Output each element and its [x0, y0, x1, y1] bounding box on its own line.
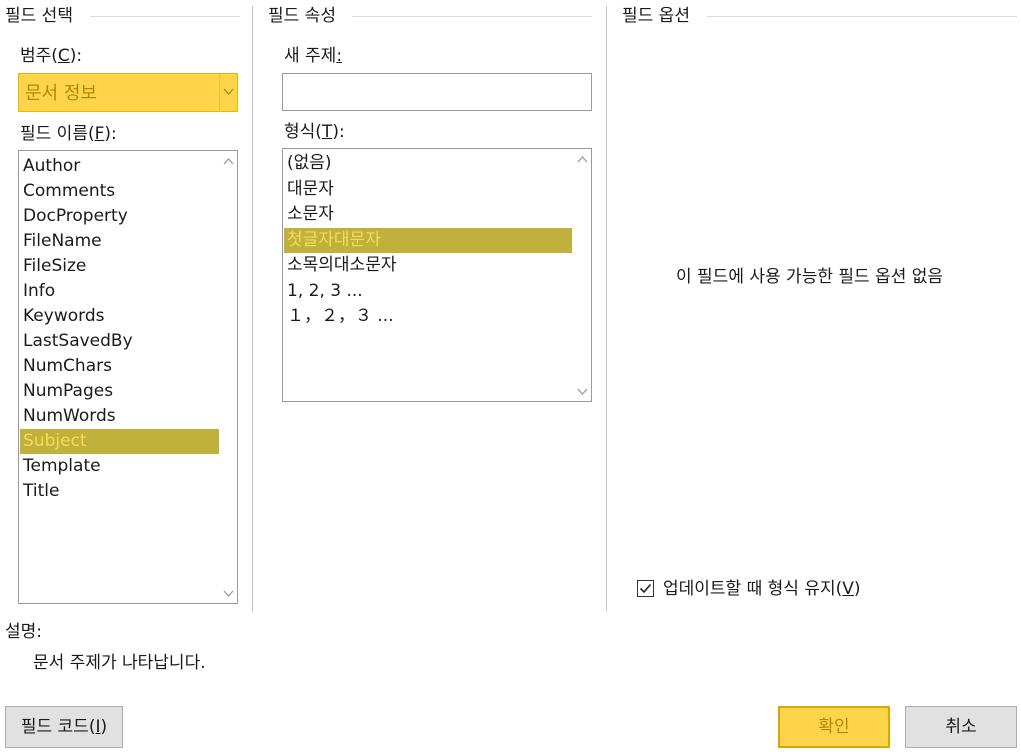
format-list[interactable]: (없음) 대문자 소문자 첫글자대문자 소목의대소문자 1, 2, 3 ... １，２，３ … [282, 148, 592, 402]
category-label: 범주(C): [20, 46, 83, 66]
field-select-title: 필드 선택 [5, 6, 73, 26]
list-item[interactable]: Keywords [23, 304, 104, 329]
list-item[interactable]: (없음) [287, 151, 332, 176]
list-item[interactable]: 소문자 [287, 202, 334, 227]
field-codes-button[interactable]: 필드 코드(I) [5, 706, 123, 748]
list-item[interactable]: NumPages [23, 379, 113, 404]
field-options-divider [707, 16, 1017, 17]
column-divider-1 [252, 6, 253, 612]
list-item[interactable]: DocProperty [23, 204, 128, 229]
list-item[interactable]: NumChars [23, 354, 112, 379]
description-text: 문서 주제가 나타납니다. [33, 653, 206, 673]
list-item[interactable]: Info [23, 279, 55, 304]
new-subject-label: 새 주제: [284, 46, 343, 66]
list-item[interactable]: LastSavedBy [23, 329, 133, 354]
list-item[interactable]: Subject [20, 429, 219, 454]
no-options-message: 이 필드에 사용 가능한 필드 옵션 없음 [676, 267, 944, 287]
new-subject-input[interactable] [282, 73, 592, 111]
list-item[interactable]: 소목의대소문자 [287, 253, 396, 278]
format-label: 형식(T): [284, 122, 345, 142]
field-props-title: 필드 속성 [268, 6, 336, 26]
list-item[interactable]: FileSize [23, 254, 86, 279]
field-name-label: 필드 이름(F): [20, 124, 117, 144]
list-item[interactable]: Author [23, 154, 80, 179]
field-select-divider [90, 16, 240, 17]
list-item[interactable]: NumWords [23, 404, 116, 429]
list-item[interactable]: Comments [23, 179, 115, 204]
list-item[interactable]: Title [23, 479, 59, 504]
list-item[interactable]: 첫글자대문자 [284, 227, 572, 253]
column-divider-2 [606, 6, 607, 612]
preserve-format-label[interactable]: 업데이트할 때 형식 유지(V) [663, 579, 861, 599]
category-dropdown[interactable]: 문서 정보 [18, 73, 238, 112]
list-item[interactable]: Template [23, 454, 101, 479]
list-item[interactable]: １，２，３ ... [287, 304, 394, 329]
scroll-down-icon[interactable] [577, 388, 588, 396]
list-item[interactable]: 1, 2, 3 ... [287, 279, 363, 304]
category-dropdown-value: 문서 정보 [25, 83, 97, 104]
chevron-down-icon[interactable] [219, 74, 237, 112]
field-name-list[interactable]: Author Comments DocProperty FileName FileSiz… [18, 150, 238, 604]
checkmark-icon [639, 583, 652, 594]
preserve-format-checkbox[interactable] [637, 580, 654, 597]
scroll-down-icon[interactable] [223, 590, 234, 598]
list-item[interactable]: FileName [23, 229, 102, 254]
field-props-divider [352, 16, 592, 17]
scroll-up-icon[interactable] [577, 155, 588, 163]
ok-button[interactable]: 확인 [778, 706, 890, 748]
description-label: 설명: [5, 622, 43, 642]
list-item[interactable]: 대문자 [287, 177, 334, 202]
field-options-title: 필드 옵션 [622, 6, 690, 26]
cancel-button[interactable]: 취소 [905, 706, 1017, 748]
scroll-up-icon[interactable] [223, 157, 234, 165]
